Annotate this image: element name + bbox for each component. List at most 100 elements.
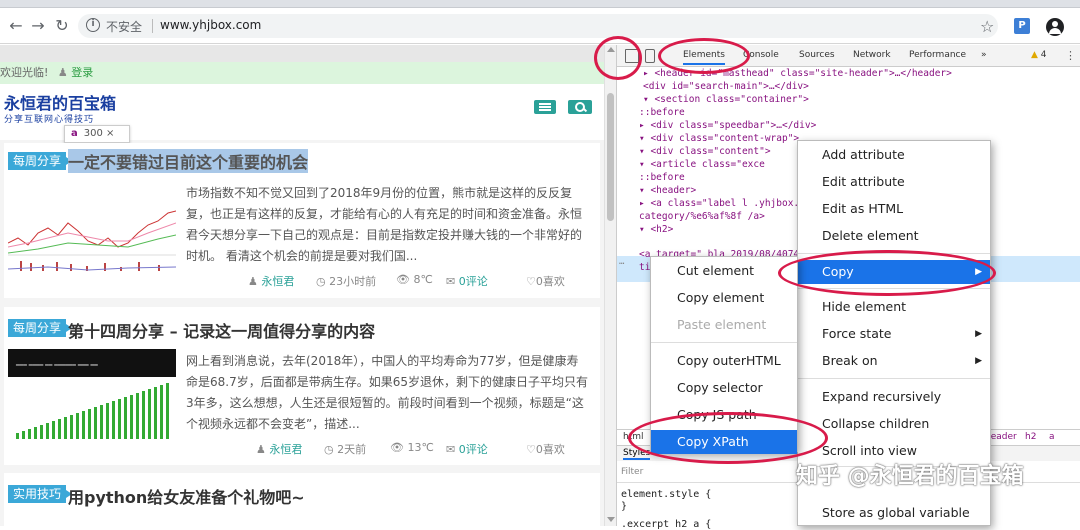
login-link[interactable]: ♟ 登录 — [58, 66, 93, 79]
context-menu-item[interactable]: Add attribute — [798, 143, 990, 167]
post-title[interactable]: 第十四周分享 – 记录这一周值得分享的内容 — [68, 318, 375, 342]
warnings-count[interactable]: ▲ 4 — [1031, 50, 1047, 60]
context-menu-item-label: Edit attribute — [822, 174, 905, 189]
bookmark-star-icon[interactable]: ☆ — [980, 17, 994, 36]
login-label[interactable]: 登录 — [71, 66, 93, 79]
author-name[interactable]: 永恒君 — [261, 275, 294, 288]
context-menu-item[interactable]: Break on ▶ — [798, 349, 990, 373]
element-style-open[interactable]: element.style { — [621, 489, 711, 501]
chevron-right-icon: ▶ — [975, 329, 982, 339]
extension-icon[interactable]: P — [1014, 18, 1030, 34]
profile-avatar-icon[interactable] — [1046, 18, 1064, 36]
likes-text[interactable]: 0喜欢 — [536, 443, 565, 456]
dom-node-line[interactable]: ▾ <section class="container"> — [643, 93, 809, 106]
forward-arrow-icon[interactable]: → — [28, 16, 48, 36]
context-menu-item-label: Break on — [822, 353, 878, 368]
time-text: 2天前 — [337, 443, 367, 456]
likes-text[interactable]: 0喜欢 — [536, 275, 565, 288]
dom-node-line[interactable]: ▾ <header> — [639, 184, 696, 197]
copy-submenu-item[interactable]: Copy selector — [651, 376, 797, 400]
post-likes[interactable]: ♡0喜欢 — [526, 441, 565, 457]
copy-submenu-item[interactable]: Copy element — [651, 286, 797, 310]
post-title[interactable]: 一定不要错过目前这个重要的机会 — [68, 149, 309, 173]
menu-separator — [651, 342, 797, 343]
dom-node-line[interactable]: ▾ <div class="content-wrap"> — [639, 132, 799, 145]
post-thumbnail[interactable]: ━━━ ━━━━ ━━ ━━━━━━ ━━━ ━━ — [8, 349, 176, 445]
site-brand[interactable]: 永恒君的百宝箱 — [4, 90, 116, 114]
context-menu-item[interactable]: Edit as HTML — [798, 197, 990, 221]
copy-submenu-item[interactable]: Copy outerHTML — [651, 349, 797, 373]
time-text: 23小时前 — [329, 275, 377, 288]
context-menu-item[interactable]: Force state ▶ — [798, 322, 990, 346]
context-menu-item-label: Edit as HTML — [822, 201, 904, 216]
kebab-menu-icon[interactable]: ⋮ — [1065, 49, 1076, 62]
comments-text[interactable]: 0评论 — [459, 443, 488, 456]
context-menu-item[interactable]: Edit attribute — [798, 170, 990, 194]
category-badge[interactable]: 每周分享 — [8, 319, 73, 337]
context-menu-item[interactable]: Store as global variable — [798, 501, 990, 525]
reload-icon[interactable]: ↻ — [52, 16, 72, 36]
context-menu-item[interactable]: Hide element — [798, 295, 990, 319]
context-menu-item-label: Hide element — [822, 299, 907, 314]
dom-node-line[interactable]: ::before — [639, 106, 685, 119]
dom-node-line[interactable]: <div id="search-main">…</div> — [643, 80, 809, 93]
site-tagline: 分享互联网心得技巧 — [4, 115, 95, 125]
back-arrow-icon[interactable]: ← — [6, 16, 26, 36]
post-temp: 👁 13℃ — [390, 441, 434, 454]
post-comments[interactable]: ✉ 0评论 — [446, 273, 488, 289]
context-menu-item[interactable]: Expand recursively — [798, 385, 990, 409]
post-title[interactable]: 用python给女友准备个礼物吧~ — [68, 484, 305, 508]
post-time: ◷ 2天前 — [324, 441, 366, 457]
post-comments[interactable]: ✉ 0评论 — [446, 441, 488, 457]
eye-icon: 👁 — [396, 273, 414, 286]
tab-performance[interactable]: Performance — [909, 50, 966, 60]
context-menu-item-label: Store as global variable — [822, 505, 970, 520]
category-badge[interactable]: 实用技巧 — [8, 485, 73, 503]
url-text[interactable]: www.yhjbox.com — [160, 18, 261, 32]
svg-text:━━━ ━━━━ ━━ ━━━━━━ ━━━ ━━: ━━━ ━━━━ ━━ ━━━━━━ ━━━ ━━ — [15, 362, 98, 369]
copy-submenu-item[interactable]: Cut element — [651, 259, 797, 283]
post-time: ◷ 23小时前 — [316, 273, 376, 289]
dom-node-line[interactable]: category/%e6%af%8f /a> — [639, 210, 765, 223]
element-style-close: } — [621, 501, 628, 512]
category-badge[interactable]: 每周分享 — [8, 152, 73, 170]
comments-text[interactable]: 0评论 — [459, 275, 488, 288]
context-menu-item-label: Collapse children — [822, 416, 930, 431]
ellipsis-icon[interactable]: … — [619, 257, 624, 267]
dom-node-line[interactable]: ▾ <h2> — [639, 223, 673, 236]
dom-node-line[interactable]: ▾ <div class="content"> — [639, 145, 771, 158]
tab-network[interactable]: Network — [853, 50, 891, 60]
crumb-h2[interactable]: h2 — [1025, 432, 1036, 442]
clock-icon: ◷ — [324, 443, 338, 456]
post-likes[interactable]: ♡0喜欢 — [526, 273, 565, 289]
dom-node-line[interactable]: ▸ <a class="label l .yhjbox.com/ — [639, 197, 822, 210]
annotation-ring-inspect — [594, 36, 642, 80]
info-icon[interactable]: i — [86, 18, 100, 32]
stock-chart-thumbnail — [8, 183, 176, 279]
user-icon: ♟ — [57, 66, 68, 79]
scroll-down-arrow-icon[interactable] — [607, 517, 615, 522]
context-menu-item[interactable]: Delete element — [798, 224, 990, 248]
author-name[interactable]: 永恒君 — [269, 443, 302, 456]
search-icon[interactable] — [568, 100, 592, 114]
device-toolbar-icon[interactable] — [645, 49, 655, 63]
dom-node-line[interactable]: ▾ <article class="exce — [639, 158, 765, 171]
bar-chart-thumbnail: ━━━ ━━━━ ━━ ━━━━━━ ━━━ ━━ — [8, 349, 176, 445]
more-tabs-icon[interactable]: » — [981, 50, 987, 60]
context-menu-item[interactable]: Collapse children — [798, 412, 990, 436]
menu-icon[interactable] — [534, 100, 556, 114]
scrollbar-thumb[interactable] — [607, 93, 614, 221]
dom-node-line[interactable]: ▸ <div class="speedbar">…</div> — [639, 119, 816, 132]
annotation-ring-copy — [778, 250, 996, 296]
dom-node-line[interactable]: ::before — [639, 171, 685, 184]
address-bar[interactable]: i 不安全 www.yhjbox.com — [78, 14, 998, 38]
post-thumbnail[interactable] — [8, 183, 176, 279]
security-status[interactable]: 不安全 — [106, 18, 142, 35]
css-rule-selector[interactable]: .excerpt h2 a { — [621, 519, 711, 530]
tab-sources[interactable]: Sources — [799, 50, 835, 60]
post-author[interactable]: ♟ 永恒君 — [248, 273, 294, 289]
tab-strip — [0, 0, 1080, 8]
page-scrollbar[interactable] — [604, 45, 616, 526]
crumb-a[interactable]: a — [1049, 432, 1055, 442]
post-author[interactable]: ♟ 永恒君 — [256, 441, 302, 457]
